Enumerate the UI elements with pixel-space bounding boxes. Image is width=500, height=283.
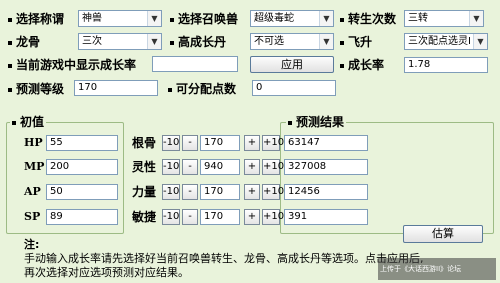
summon-select[interactable]: 超级毒蛇 ▼ [250, 10, 334, 27]
minus10-button[interactable]: -10 [162, 135, 180, 151]
rebirth-label: 转生次数 [340, 11, 396, 27]
minus-button[interactable]: - [182, 184, 198, 200]
title-select[interactable]: 神兽 ▼ [78, 10, 162, 27]
stat-input-sp[interactable]: 89 [46, 209, 118, 225]
plus-button[interactable]: + [244, 159, 260, 175]
chevron-down-icon[interactable]: ▼ [147, 11, 161, 26]
initial-label: 初值 [10, 114, 47, 130]
attr-label-liliang: 力量 [132, 185, 157, 199]
dragon-select[interactable]: 三次 ▼ [78, 33, 162, 50]
summon-label: 选择召唤兽 [170, 11, 238, 27]
plus10-button[interactable]: +10 [262, 209, 284, 225]
dragon-label: 龙骨 [8, 34, 40, 50]
attr-input-gengu[interactable]: 170 [200, 135, 240, 151]
level-input[interactable]: 170 [74, 80, 158, 96]
minus10-button[interactable]: -10 [162, 184, 180, 200]
advdan-select[interactable]: 不可选 ▼ [250, 33, 334, 50]
attr-input-liliang[interactable]: 170 [200, 184, 240, 200]
plus-button[interactable]: + [244, 209, 260, 225]
chevron-down-icon[interactable]: ▼ [319, 11, 333, 26]
stat-input-mp[interactable]: 200 [46, 159, 118, 175]
result-mp: 327008 [284, 159, 368, 175]
minus10-button[interactable]: -10 [162, 159, 180, 175]
stat-input-hp[interactable]: 55 [46, 135, 118, 151]
advdan-label: 高成长丹 [170, 34, 226, 50]
plus10-button[interactable]: +10 [262, 184, 284, 200]
points-input[interactable]: 0 [252, 80, 336, 96]
level-label: 预测等级 [8, 81, 64, 97]
attr-label-minjie: 敏捷 [132, 210, 157, 224]
result-sp: 391 [284, 209, 368, 225]
attr-input-minjie[interactable]: 170 [200, 209, 240, 225]
chevron-down-icon[interactable]: ▼ [147, 34, 161, 49]
plus10-button[interactable]: +10 [262, 159, 284, 175]
chevron-down-icon[interactable]: ▼ [319, 34, 333, 49]
attr-label-lingxing: 灵性 [132, 160, 157, 174]
stat-input-ap[interactable]: 50 [46, 184, 118, 200]
current-growth-label: 当前游戏中显示成长率 [8, 57, 136, 73]
fly-label: 飞升 [340, 34, 372, 50]
note-line-2: 再次选择对应选项预测对应结果。 [24, 266, 189, 279]
note-title: 注: [24, 238, 40, 251]
attr-input-lingxing[interactable]: 940 [200, 159, 240, 175]
results-label: 预测结果 [286, 114, 347, 130]
chevron-down-icon[interactable]: ▼ [473, 34, 487, 49]
plus10-button[interactable]: +10 [262, 135, 284, 151]
rebirth-select[interactable]: 三转 ▼ [404, 10, 484, 27]
stat-name-ap: AP [24, 185, 41, 198]
stat-name-mp: MP [24, 160, 45, 173]
result-ap: 12456 [284, 184, 368, 200]
stat-name-hp: HP [24, 136, 43, 149]
apply-button[interactable]: 应用 [250, 56, 334, 73]
minus10-button[interactable]: -10 [162, 209, 180, 225]
fly-select[interactable]: 三次配点选灵I ▼ [404, 33, 488, 50]
minus-button[interactable]: - [182, 209, 198, 225]
plus-button[interactable]: + [244, 184, 260, 200]
growth-label: 成长率 [340, 57, 384, 73]
minus-button[interactable]: - [182, 135, 198, 151]
title-label: 选择称谓 [8, 11, 64, 27]
minus-button[interactable]: - [182, 159, 198, 175]
points-label: 可分配点数 [168, 81, 236, 97]
result-hp: 63147 [284, 135, 368, 151]
current-growth-input[interactable] [152, 56, 238, 72]
chevron-down-icon[interactable]: ▼ [469, 11, 483, 26]
stat-name-sp: SP [24, 210, 41, 223]
growth-input[interactable]: 1.78 [404, 57, 488, 73]
attr-label-gengu: 根骨 [132, 136, 157, 150]
plus-button[interactable]: + [244, 135, 260, 151]
estimate-button[interactable]: 估算 [403, 225, 483, 243]
forum-watermark: 上传于《大话西游II》论坛 [378, 258, 496, 280]
